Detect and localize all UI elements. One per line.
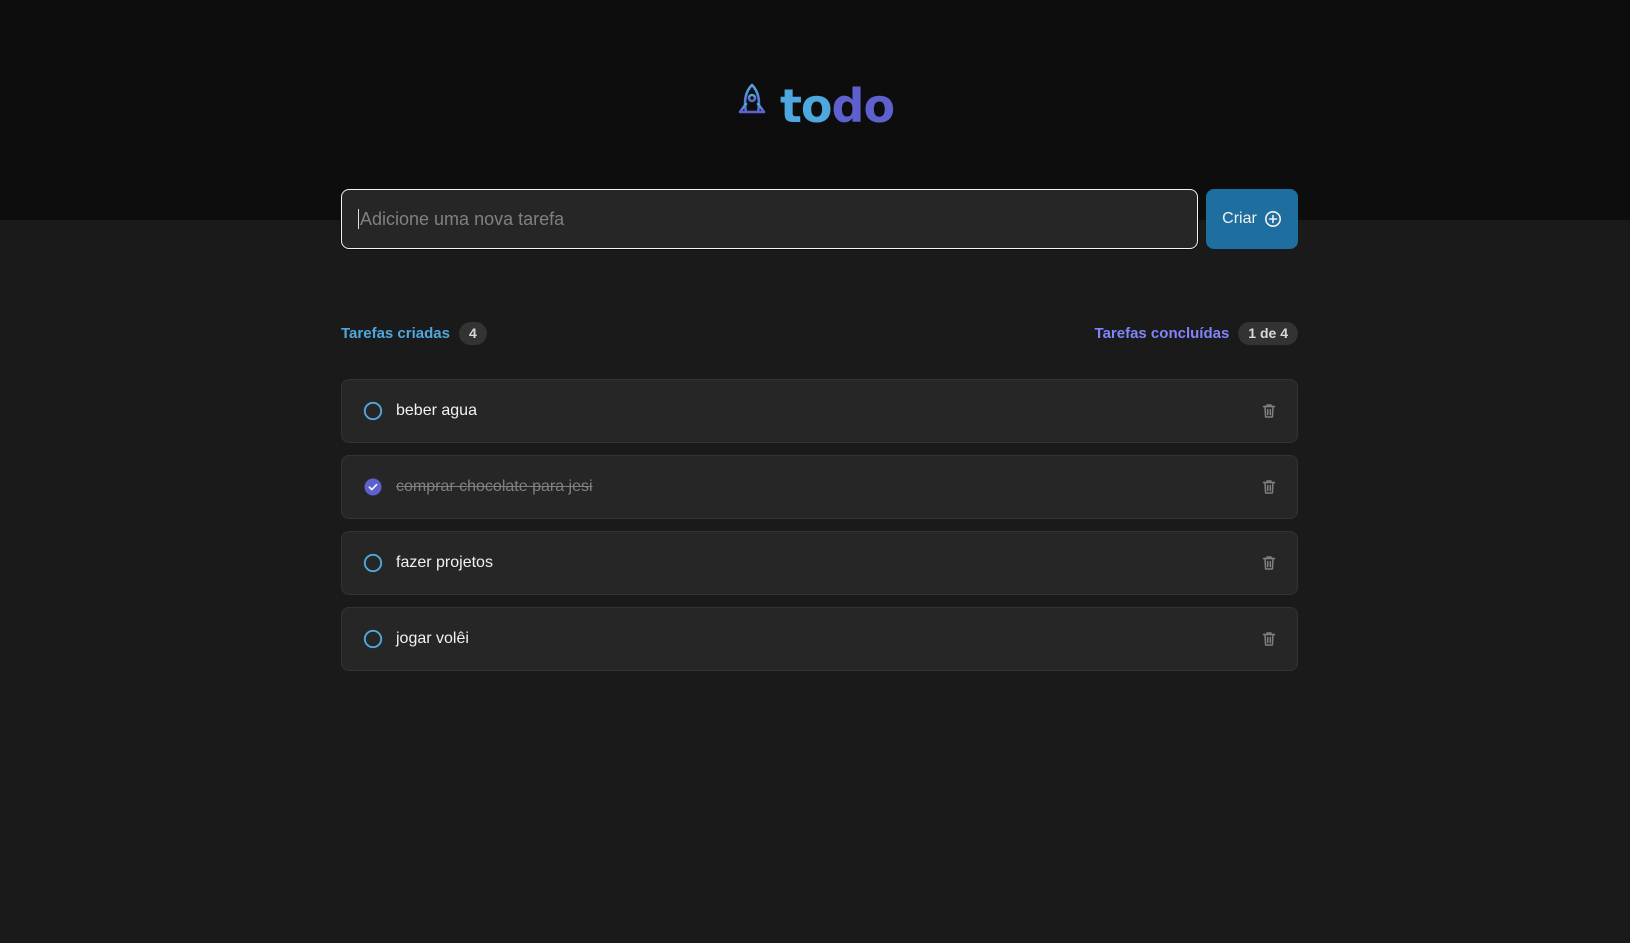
task-list: beber agua comprar chocolate para jesi f…: [341, 379, 1298, 671]
task-text: comprar chocolate para jesi: [396, 478, 593, 495]
task-text: fazer projetos: [396, 554, 493, 571]
done-count-badge: 1 de 4: [1238, 321, 1298, 345]
task-text: jogar volêi: [396, 630, 469, 647]
trash-icon[interactable]: [1259, 401, 1279, 421]
task-input-wrapper[interactable]: [341, 189, 1198, 249]
trash-icon[interactable]: [1259, 629, 1279, 649]
circle-icon[interactable]: [362, 552, 384, 574]
task-item: jogar volêi: [341, 607, 1298, 671]
trash-icon[interactable]: [1259, 553, 1279, 573]
app-title-do: do: [831, 79, 896, 133]
task-item: beber agua: [341, 379, 1298, 443]
rocket-icon: [738, 83, 766, 129]
created-label: Tarefas criadas: [341, 324, 450, 342]
app-title-to: to: [779, 79, 833, 133]
create-task-button[interactable]: Criar: [1206, 189, 1298, 249]
new-task-form: Criar: [341, 189, 1298, 249]
plus-circle-icon: [1264, 211, 1281, 227]
circle-icon[interactable]: [362, 400, 384, 422]
task-item: comprar chocolate para jesi: [341, 455, 1298, 519]
trash-icon[interactable]: [1259, 477, 1279, 497]
app-logo: todo: [0, 82, 1630, 130]
created-count-badge: 4: [458, 321, 487, 345]
circle-icon[interactable]: [362, 628, 384, 650]
app-title: todo: [780, 83, 895, 129]
task-item: fazer projetos: [341, 531, 1298, 595]
done-stat: Tarefas concluídas 1 de 4: [1094, 321, 1298, 345]
task-text: beber agua: [396, 402, 477, 419]
task-stats: Tarefas criadas 4 Tarefas concluídas 1 d…: [341, 321, 1298, 345]
text-caret: [358, 209, 359, 229]
created-stat: Tarefas criadas 4: [341, 321, 487, 345]
create-button-label: Criar: [1222, 210, 1257, 227]
check-circle-icon[interactable]: [362, 476, 384, 498]
done-label: Tarefas concluídas: [1094, 324, 1230, 342]
new-task-input[interactable]: [360, 208, 1181, 230]
